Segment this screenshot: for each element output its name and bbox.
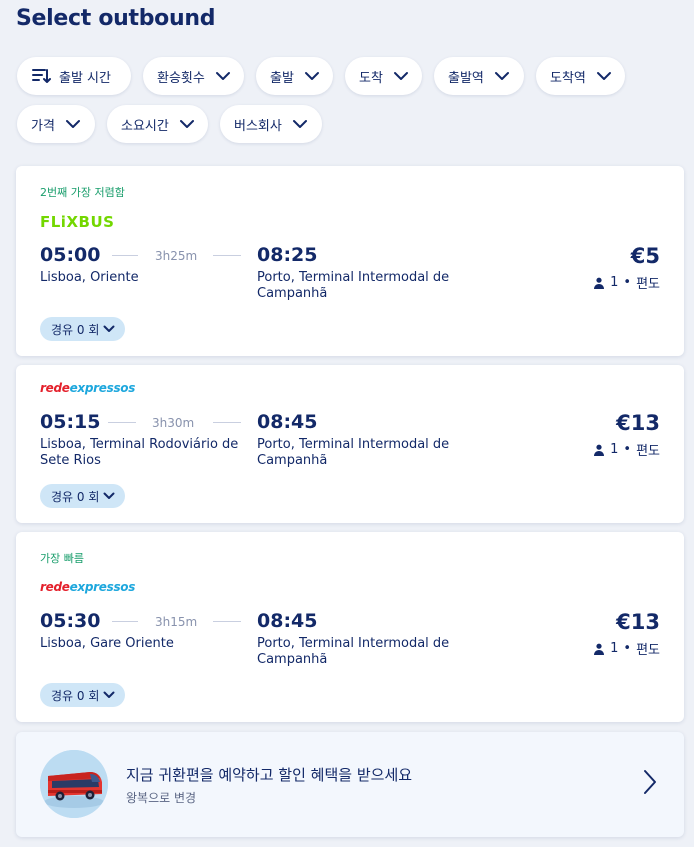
duration-line [112,255,138,256]
filter-bus-company[interactable]: 버스회사 [220,105,322,143]
passenger-info: 1 • 편도 [593,440,660,459]
operator-logo-flixbus: FLiXBUS [40,213,115,231]
filter-transfers[interactable]: 환승횟수 [143,57,244,95]
trip-type: 편도 [636,277,660,292]
return-trip-promo[interactable]: 지금 귀환편을 예약하고 할인 혜택을 받으세요 왕복으로 변경 [16,732,684,837]
trip-type: 편도 [636,643,660,658]
duration-line [213,422,241,423]
passenger-info: 1 • 편도 [593,639,660,658]
filter-label: 출발 [270,70,294,86]
departure-station: Lisboa, Gare Oriente [40,636,174,651]
price: €13 [616,610,660,634]
page-title: Select outbound [16,6,216,31]
departure-time: 05:15 [40,411,101,433]
trip-type: 편도 [636,444,660,459]
filter-departure-station[interactable]: 출발역 [434,57,524,95]
chevron-down-icon [494,72,509,80]
chevron-down-icon [304,72,319,80]
chevron-down-icon [103,325,115,332]
filter-label: 도착역 [550,70,586,86]
separator-dot: • [623,641,632,656]
stops-toggle[interactable]: 경유 0 회 [40,484,126,508]
person-icon [594,643,605,655]
arrival-time: 08:45 [257,411,318,433]
chevron-down-icon [215,72,230,80]
duration-line [112,621,138,622]
filter-arrival-station[interactable]: 도착역 [536,57,625,95]
departure-station: Lisboa, Terminal Rodoviário de Sete Rios [40,437,239,468]
chevron-down-icon [393,72,408,80]
passenger-count: 1 [610,442,619,457]
passenger-info: 1 • 편도 [593,273,660,292]
operator-logo-rede-expressos: redeexpressos [40,381,135,395]
duration: 3h15m [155,615,198,629]
departure-station: Lisboa, Oriente [40,270,139,285]
stops-toggle[interactable]: 경유 0 회 [40,683,126,707]
filter-departure-time-sort[interactable]: 출발 시간 [17,57,131,95]
duration-line [213,621,241,622]
stops-toggle[interactable]: 경유 0 회 [40,317,126,341]
price: €5 [630,244,660,268]
operator-logo-rede-expressos: redeexpressos [40,580,135,594]
stops-label: 경유 0 회 [51,688,100,703]
arrival-station: Porto, Terminal Intermodal de Campanhã [257,437,450,468]
logo-expressos: expressos [69,580,136,594]
passenger-count: 1 [610,641,619,656]
arrival-time: 08:25 [257,244,318,266]
logo-rede: rede [40,580,70,594]
result-card[interactable]: 가장 빠름 redeexpressos 05:30 3h15m 08:45 Li… [16,532,684,722]
filter-price[interactable]: 가격 [17,105,95,143]
logo-expressos: expressos [69,381,136,395]
result-card[interactable]: redeexpressos 05:15 3h30m 08:45 Lisboa, … [16,365,684,523]
sort-icon [32,69,51,83]
chevron-right-icon[interactable] [642,768,658,796]
passenger-count: 1 [610,275,619,290]
filter-label: 도착 [359,70,383,86]
stops-label: 경유 0 회 [51,489,100,504]
filter-label: 가격 [31,118,55,134]
filter-label: 출발역 [448,70,484,86]
promo-title: 지금 귀환편을 예약하고 할인 혜택을 받으세요 [126,766,413,784]
duration: 3h30m [152,416,195,430]
person-icon [594,277,605,289]
chevron-down-icon [65,120,80,128]
promo-subtitle: 왕복으로 변경 [126,791,197,805]
filter-duration[interactable]: 소요시간 [107,105,208,143]
filter-arrival[interactable]: 도착 [345,57,422,95]
logo-rede: rede [40,381,70,395]
duration-line [108,422,136,423]
result-card[interactable]: 2번째 가장 저렴함 FLiXBUS 05:00 3h25m 08:25 Lis… [16,166,684,356]
departure-time: 05:00 [40,244,101,266]
chevron-down-icon [103,691,115,698]
result-badge: 2번째 가장 저렴함 [40,186,125,199]
separator-dot: • [623,442,632,457]
chevron-down-icon [596,72,611,80]
filter-label: 환승횟수 [157,70,205,86]
arrival-station: Porto, Terminal Intermodal de Campanhã [257,636,450,667]
result-badge: 가장 빠름 [40,552,84,565]
filter-label: 소요시간 [121,118,169,134]
duration: 3h25m [155,249,198,263]
bus-illustration-icon [40,750,108,818]
filter-departure[interactable]: 출발 [256,57,333,95]
chevron-down-icon [292,120,307,128]
filter-label: 출발 시간 [59,70,111,86]
chevron-down-icon [179,120,194,128]
stops-label: 경유 0 회 [51,322,100,337]
duration-line [213,255,241,256]
price: €13 [616,411,660,435]
chevron-down-icon [103,492,115,499]
person-icon [594,444,605,456]
filter-label: 버스회사 [234,118,282,134]
arrival-station: Porto, Terminal Intermodal de Campanhã [257,270,450,301]
separator-dot: • [623,275,632,290]
arrival-time: 08:45 [257,610,318,632]
departure-time: 05:30 [40,610,101,632]
